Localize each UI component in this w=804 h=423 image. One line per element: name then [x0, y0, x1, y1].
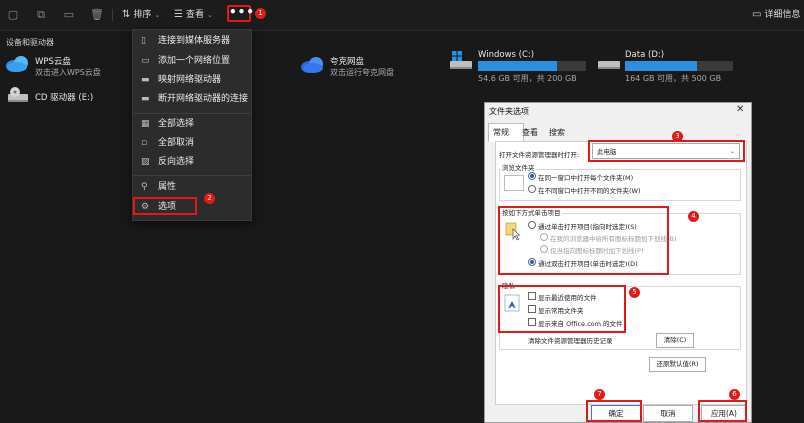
drive-name-kuake[interactable]: 夸克网盘	[330, 55, 364, 67]
view-label: 查看	[185, 10, 204, 20]
browse-folders-title: 浏览文件夹	[501, 162, 536, 172]
copy-icon[interactable]: ⧉	[34, 8, 48, 22]
menu-item-map-network-drive[interactable]: ▬ 映射网络驱动器	[141, 71, 221, 89]
wrench-icon: ⚲	[141, 182, 148, 192]
view-icon: ☰	[174, 9, 183, 20]
step-badge-1: 1	[255, 8, 266, 19]
select-none-icon: ▫	[141, 138, 148, 148]
highlight-options	[133, 197, 197, 215]
browse-folders-icon	[504, 175, 524, 191]
step-badge-3: 3	[672, 131, 683, 142]
kuake-cloud-icon	[300, 54, 326, 76]
details-button[interactable]: ▭ 详细信息	[752, 8, 800, 22]
menu-item-connect-media-server[interactable]: ▯ 连接到媒体服务器	[141, 32, 230, 50]
cd-drive-icon	[6, 86, 30, 106]
command-bar	[0, 0, 804, 31]
toolbar-divider	[112, 9, 113, 21]
highlight-privacy	[498, 285, 626, 333]
browse-same-window-label: 在同一窗口中打开每个文件夹(M)	[538, 174, 634, 182]
restore-defaults-button[interactable]: 还原默认值(R)	[649, 357, 706, 372]
drive-sub-kuake: 双击运行夸克网盘	[330, 68, 394, 77]
more-options-button[interactable]: •••	[227, 5, 254, 22]
drive-sub-wps: 双击进入WPS云盘	[35, 68, 101, 77]
step-badge-4: 4	[688, 211, 699, 222]
drive-name-wps[interactable]: WPS云盘	[35, 55, 71, 67]
windows-drive-icon	[448, 49, 474, 75]
drive-sub-d: 164 GB 可用，共 500 GB	[625, 74, 722, 83]
view-button[interactable]: ☰ 查看 ⌄	[174, 8, 213, 22]
menu-item-disconnect-network-drive[interactable]: ▬ 断开网络驱动器的连接	[141, 90, 248, 108]
network-location-icon: ▭	[141, 56, 150, 66]
drive-d-usage-fill	[625, 61, 698, 71]
details-label: 详细信息	[764, 10, 801, 20]
menu-item-invert-selection[interactable]: ▨ 反向选择	[141, 153, 194, 171]
tab-search[interactable]: 搜索	[549, 127, 565, 138]
radio-browse-same-window[interactable]	[528, 172, 536, 180]
disconnect-drive-icon: ▬	[141, 94, 150, 104]
map-drive-icon: ▬	[141, 75, 150, 85]
sort-button[interactable]: ⇅ 排序 ⌄	[122, 8, 160, 22]
menu-item-add-network-location[interactable]: ▭ 添加一个网络位置	[141, 52, 230, 70]
invert-selection-icon: ▨	[141, 157, 150, 167]
dialog-title: 文件夹选项	[489, 107, 529, 116]
drive-name-c[interactable]: Windows (C:)	[478, 50, 534, 60]
delete-icon[interactable]: 🗑	[90, 8, 104, 22]
menu-item-select-none[interactable]: ▫ 全部取消	[141, 134, 194, 152]
clear-history-label: 清除文件资源管理器历史记录	[528, 337, 613, 345]
menu-item-properties[interactable]: ⚲ 属性	[141, 178, 176, 196]
menu-separator	[133, 113, 251, 114]
browse-new-window-label: 在不同窗口中打开不同的文件夹(W)	[538, 187, 641, 195]
drive-d-usage-bar	[625, 61, 733, 71]
step-badge-7: 7	[594, 389, 605, 400]
drive-name-cd[interactable]: CD 驱动器 (E:)	[35, 91, 93, 103]
folder-options-dialog: 文件夹选项 ✕ 常规 查看 搜索 打开文件资源管理器时打开: 此电脑 ⌄ 3 浏…	[484, 102, 752, 423]
wps-cloud-icon	[4, 53, 30, 75]
data-drive-icon	[596, 55, 622, 75]
highlight-apply	[698, 400, 747, 422]
details-pane-icon: ▭	[752, 9, 762, 20]
drive-c-usage-bar	[478, 61, 586, 71]
clear-button[interactable]: 清除(C)	[656, 333, 694, 348]
sort-icon: ⇅	[122, 9, 131, 20]
select-all-icon: ▦	[141, 119, 150, 129]
radio-browse-new-window[interactable]	[528, 185, 536, 193]
close-icon[interactable]: ✕	[736, 104, 744, 115]
tab-general[interactable]: 常规	[493, 127, 509, 138]
media-server-icon: ▯	[141, 36, 146, 46]
menu-item-select-all[interactable]: ▦ 全部选择	[141, 115, 194, 133]
drive-sub-c: 54.6 GB 可用，共 200 GB	[478, 74, 577, 83]
cancel-button[interactable]: 取消	[643, 405, 693, 422]
rename-icon[interactable]: ▭	[62, 8, 76, 22]
menu-separator	[133, 175, 251, 176]
step-badge-2: 2	[204, 193, 215, 204]
open-explorer-label: 打开文件资源管理器时打开:	[499, 151, 580, 159]
highlight-click-items	[498, 206, 669, 275]
step-badge-5: 5	[629, 287, 640, 298]
chevron-down-icon: ⌄	[154, 11, 161, 19]
drive-c-usage-fill	[478, 61, 557, 71]
step-badge-6: 6	[729, 389, 740, 400]
more-options-menu: ▯ 连接到媒体服务器 ▭ 添加一个网络位置 ▬ 映射网络驱动器 ▬ 断开网络驱动器的连接…	[132, 29, 252, 221]
chevron-down-icon: ⌄	[206, 11, 213, 19]
cut-icon[interactable]: ▢	[6, 8, 20, 22]
tab-view[interactable]: 查看	[522, 127, 538, 138]
sort-label: 排序	[133, 10, 152, 20]
highlight-ok	[586, 400, 642, 422]
drive-name-d[interactable]: Data (D:)	[625, 50, 664, 60]
section-header-devices[interactable]: 设备和驱动器	[6, 37, 54, 48]
highlight-open-explorer	[588, 140, 745, 162]
